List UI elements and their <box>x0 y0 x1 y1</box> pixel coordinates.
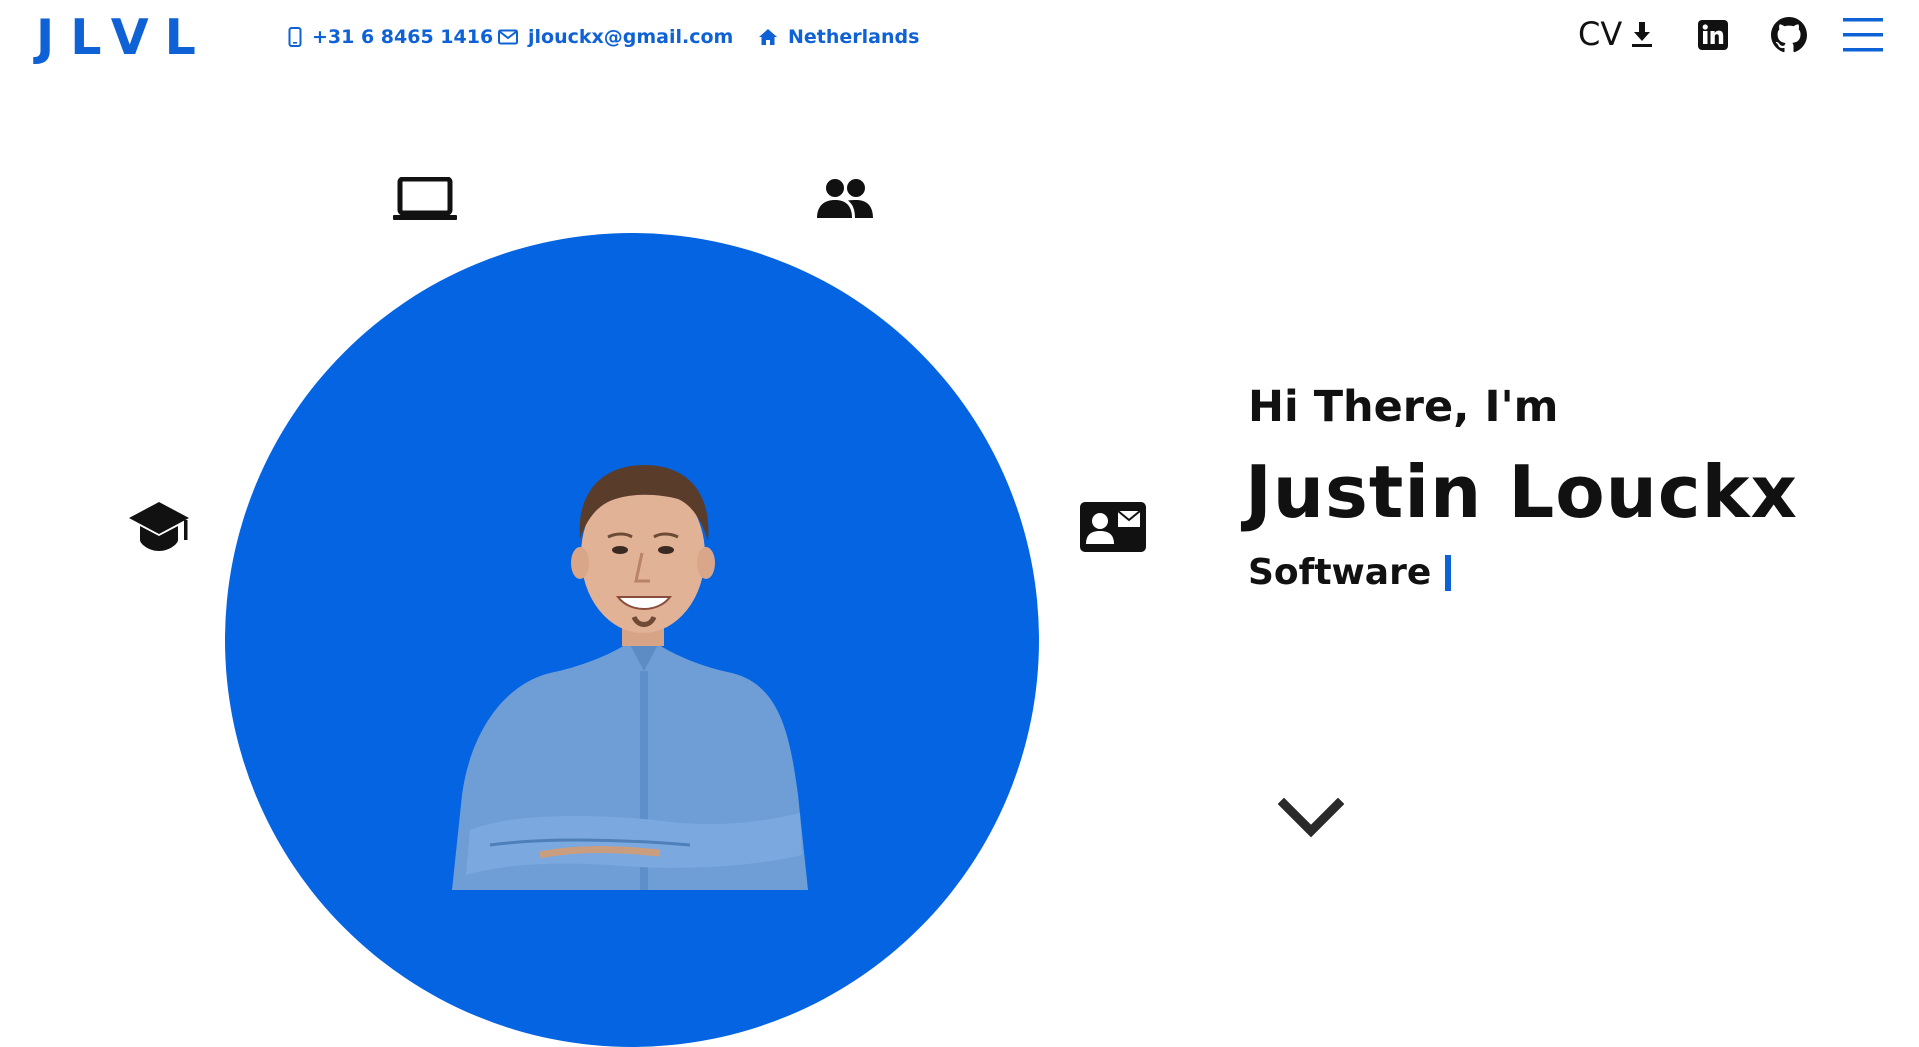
orbit-link-about[interactable] <box>815 178 875 225</box>
linkedin-icon <box>1698 20 1728 50</box>
contact-card-icon <box>1080 502 1146 552</box>
linkedin-link[interactable] <box>1698 20 1728 55</box>
top-header: JLVL +31 6 8465 1416 jlouckx@gmail.com N… <box>0 0 1919 76</box>
hamburger-menu-icon <box>1843 18 1883 52</box>
menu-button[interactable] <box>1843 18 1883 57</box>
cv-label: CV <box>1578 15 1623 53</box>
phone-link[interactable]: +31 6 8465 1416 <box>288 22 493 52</box>
github-icon <box>1771 17 1807 53</box>
location-text: Netherlands <box>788 26 920 48</box>
location-link[interactable]: Netherlands <box>758 22 919 52</box>
mobile-phone-icon <box>288 27 302 47</box>
download-icon <box>1632 22 1653 47</box>
people-icon <box>817 179 873 218</box>
profile-photo <box>452 465 808 890</box>
chevron-down-icon <box>1277 797 1345 838</box>
github-link[interactable] <box>1771 17 1807 58</box>
email-link[interactable]: jlouckx@gmail.com <box>498 22 733 52</box>
orbit-link-projects[interactable] <box>393 176 457 226</box>
hero-role-typing: Software <box>1248 552 1452 593</box>
hero-name: Justin Louckx <box>1245 450 1798 534</box>
envelope-icon <box>498 29 518 45</box>
laptop-icon <box>393 176 457 220</box>
site-logo[interactable]: JLVL <box>36 10 212 66</box>
hero-greeting: Hi There, I'm <box>1248 382 1559 432</box>
cv-download-link[interactable]: CV <box>1578 14 1654 54</box>
graduation-cap-icon <box>129 502 189 551</box>
phone-number: +31 6 8465 1416 <box>312 26 494 48</box>
typing-cursor <box>1445 554 1452 591</box>
hero-role-text: Software <box>1248 552 1432 593</box>
home-icon <box>759 29 777 45</box>
email-address: jlouckx@gmail.com <box>528 26 734 48</box>
orbit-link-education[interactable] <box>127 500 191 559</box>
scroll-down-button[interactable] <box>1277 797 1345 845</box>
orbit-link-contact[interactable] <box>1080 502 1146 557</box>
